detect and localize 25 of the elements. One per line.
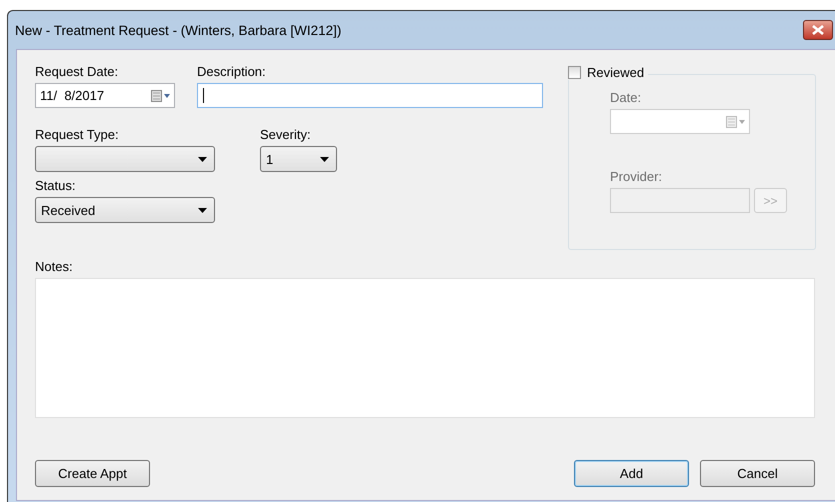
caret-icon [320,156,329,162]
date-picker[interactable]: 11/ 8/2017 [35,83,175,108]
caret-icon [198,208,207,212]
severity-dropdown[interactable]: 1 [260,146,337,172]
field-label: Provider: [610,169,664,184]
field-label: Description: [197,64,267,79]
notes-field[interactable] [35,278,815,418]
dialog-button[interactable]: Add [574,460,689,487]
close-icon [812,25,824,35]
checkbox-label: Reviewed [587,64,644,80]
caret-icon [198,156,207,162]
window-title: New - Treatment Request - (Winters, Barbara [WI212]) [15,22,342,38]
field-label: Request Date: [35,64,120,79]
field-label: Request Type: [35,127,120,142]
dialog-button[interactable]: Create Appt [35,460,150,487]
dialog-button[interactable]: Cancel [700,460,815,487]
calendar-dropdown-icon[interactable] [151,90,171,102]
close-button[interactable] [803,20,833,40]
field-label: Date: [610,90,642,105]
field-label: Notes: [35,259,74,274]
request-type-dropdown[interactable] [35,146,215,172]
field-label: Severity: [260,127,312,142]
status-dropdown[interactable]: Received [35,197,215,223]
field-label: Status: [35,178,76,193]
description-field[interactable] [197,83,543,108]
